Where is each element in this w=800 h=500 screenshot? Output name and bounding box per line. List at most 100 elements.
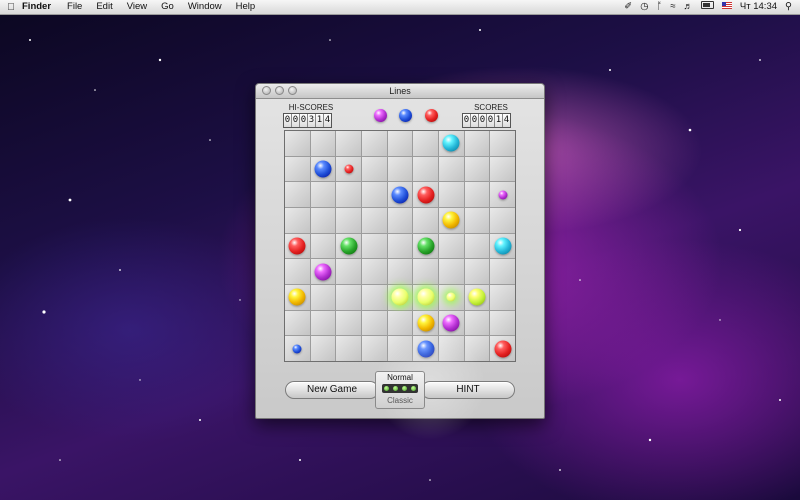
board-cell[interactable] (464, 233, 490, 259)
board-cell[interactable] (490, 310, 515, 336)
board-cell[interactable] (464, 284, 490, 310)
board-cell[interactable] (413, 131, 438, 156)
board-cell[interactable] (285, 182, 310, 207)
board-cell[interactable] (438, 131, 464, 156)
mode-selector[interactable]: Normal Classic (375, 371, 425, 409)
board-cell[interactable] (464, 310, 490, 336)
time-machine-icon[interactable]: ◷ (640, 0, 648, 14)
board-cell[interactable] (285, 259, 310, 284)
board-cell[interactable] (438, 233, 464, 259)
board-cell[interactable] (413, 336, 438, 361)
board-cell[interactable] (310, 233, 336, 259)
board-cell[interactable] (310, 156, 336, 182)
board-cell[interactable] (387, 336, 413, 361)
board-cell[interactable] (336, 207, 361, 233)
menu-view[interactable]: View (127, 0, 147, 14)
red-ball-icon[interactable] (344, 164, 354, 174)
board-cell[interactable] (361, 182, 387, 207)
blue-ball-icon[interactable] (292, 344, 302, 354)
board-cell[interactable] (361, 336, 387, 361)
bluetooth-icon[interactable]: ᚩ (657, 0, 663, 14)
new-game-button[interactable]: New Game (285, 381, 379, 399)
lime-ball-icon[interactable] (468, 288, 486, 306)
board-cell[interactable] (387, 259, 413, 284)
board-cell[interactable] (413, 156, 438, 182)
board-cell[interactable] (285, 310, 310, 336)
board-cell[interactable] (285, 336, 310, 361)
mode-classic-label[interactable]: Classic (376, 396, 424, 405)
red-ball-icon[interactable] (494, 340, 512, 358)
red-ball-icon[interactable] (417, 186, 435, 204)
board-cell[interactable] (336, 182, 361, 207)
board-cell[interactable] (413, 207, 438, 233)
apple-menu-icon[interactable]:  (0, 2, 22, 13)
purple-ball-icon[interactable] (498, 190, 508, 200)
board-cell[interactable] (361, 233, 387, 259)
board-cell[interactable] (310, 131, 336, 156)
menu-clock[interactable]: Чт 14:34 (740, 0, 777, 14)
board-cell[interactable] (464, 259, 490, 284)
board-cell[interactable] (361, 284, 387, 310)
board-cell[interactable] (310, 259, 336, 284)
board-cell[interactable] (336, 131, 361, 156)
board-cell[interactable] (438, 207, 464, 233)
board-cell[interactable] (387, 284, 413, 310)
menu-help[interactable]: Help (236, 0, 256, 14)
board-cell[interactable] (490, 207, 515, 233)
board-cell[interactable] (361, 131, 387, 156)
board-cell[interactable] (310, 182, 336, 207)
yellow-ball-icon[interactable] (288, 288, 306, 306)
board-cell[interactable] (490, 131, 515, 156)
board-cell[interactable] (464, 156, 490, 182)
board-cell[interactable] (438, 156, 464, 182)
cyan-ball-icon[interactable] (442, 134, 460, 152)
board-cell[interactable] (387, 182, 413, 207)
board-cell[interactable] (387, 131, 413, 156)
board-cell[interactable] (413, 284, 438, 310)
spark-ball-icon[interactable] (446, 292, 456, 302)
board-cell[interactable] (285, 131, 310, 156)
red-ball-icon[interactable] (288, 237, 306, 255)
board-cell[interactable] (336, 156, 361, 182)
spotlight-search-icon[interactable]: ⚲ (785, 0, 792, 14)
board-cell[interactable] (387, 156, 413, 182)
board-cell[interactable] (361, 259, 387, 284)
mode-normal-label[interactable]: Normal (376, 373, 424, 382)
board-cell[interactable] (438, 182, 464, 207)
board-cell[interactable] (336, 259, 361, 284)
wifi-icon[interactable]: ≈ (670, 0, 675, 14)
board-cell[interactable] (464, 207, 490, 233)
board-cell[interactable] (285, 156, 310, 182)
menu-go[interactable]: Go (161, 0, 174, 14)
board-cell[interactable] (310, 284, 336, 310)
board-cell[interactable] (413, 259, 438, 284)
menu-app-finder[interactable]: Finder (22, 0, 51, 14)
board-cell[interactable] (490, 182, 515, 207)
board-cell[interactable] (438, 310, 464, 336)
board-cell[interactable] (285, 233, 310, 259)
board-cell[interactable] (413, 182, 438, 207)
board-cell[interactable] (490, 233, 515, 259)
green-ball-icon[interactable] (340, 237, 358, 255)
board-cell[interactable] (413, 233, 438, 259)
board-cell[interactable] (387, 233, 413, 259)
menu-edit[interactable]: Edit (96, 0, 112, 14)
blue-ball-icon[interactable] (417, 340, 435, 358)
board-cell[interactable] (490, 284, 515, 310)
board-cell[interactable] (285, 284, 310, 310)
board-cell[interactable] (336, 310, 361, 336)
purple-ball-icon[interactable] (442, 314, 460, 332)
board-cell[interactable] (361, 207, 387, 233)
volume-icon[interactable]: ♬ (683, 0, 693, 14)
board-cell[interactable] (336, 336, 361, 361)
board-cell[interactable] (387, 207, 413, 233)
menu-window[interactable]: Window (188, 0, 222, 14)
board-cell[interactable] (413, 310, 438, 336)
board-cell[interactable] (490, 156, 515, 182)
script-menu-icon[interactable]: ✐ (624, 0, 632, 14)
green-ball-icon[interactable] (417, 237, 435, 255)
game-board[interactable] (284, 130, 516, 362)
spark-ball-icon[interactable] (391, 288, 409, 306)
menu-file[interactable]: File (67, 0, 82, 14)
board-cell[interactable] (387, 310, 413, 336)
